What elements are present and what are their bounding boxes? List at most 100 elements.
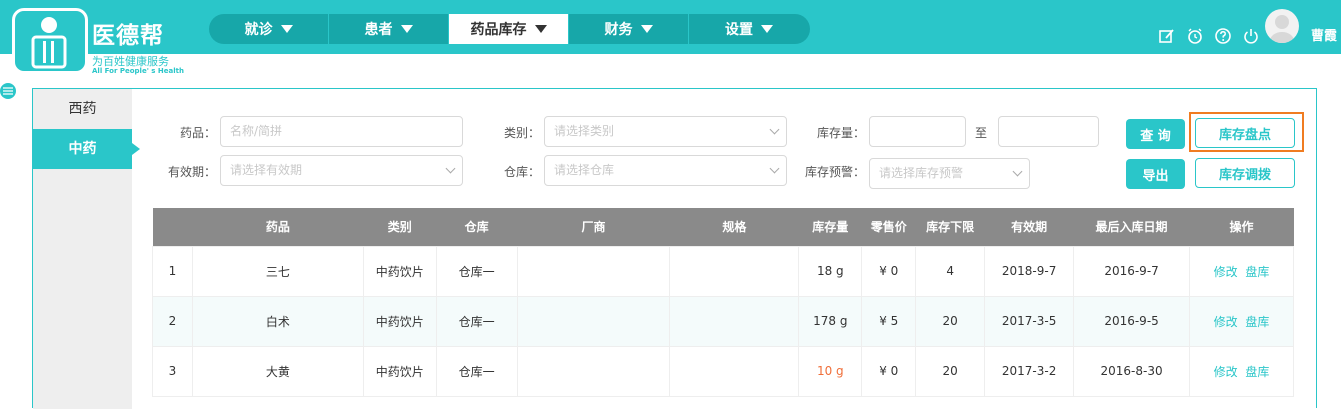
brand-title: 医德帮 (92, 23, 164, 49)
table-row: 3 大黄 中药饮片 仓库一 10 g ¥ 0 20 2017-3-2 2016-… (152, 345, 1294, 397)
category-select[interactable]: 请选择类别 (544, 116, 787, 147)
edit-link[interactable]: 修改 (1214, 365, 1238, 379)
column-header-index (152, 208, 193, 246)
nav-item-drug-inventory[interactable]: 药品库存 (449, 14, 569, 44)
stock-check-link[interactable]: 盘库 (1245, 265, 1269, 279)
stock-transfer-button[interactable]: 库存调拨 (1195, 158, 1295, 188)
warehouse-label: 仓库： (503, 165, 540, 179)
caret-down-icon (280, 25, 293, 33)
category-sidebar: 西药 中药 (33, 89, 140, 409)
cell-spec (669, 295, 800, 347)
cell-category: 中药饮片 (362, 245, 437, 297)
table-header-row: 药品 类别 仓库 厂商 规格 库存量 零售价 库存下限 有效期 最后入库日期 操… (152, 208, 1294, 246)
sidebar-item-chinese-medicine[interactable]: 中药 (33, 129, 140, 169)
cell-warehouse: 仓库一 (435, 345, 518, 397)
inventory-check-highlight (1189, 112, 1304, 152)
expiry-select[interactable]: 请选择有效期 (220, 155, 463, 186)
cell-actions: 修改 盘库 (1189, 295, 1294, 347)
inventory-table: 药品 类别 仓库 厂商 规格 库存量 零售价 库存下限 有效期 最后入库日期 操… (152, 208, 1294, 397)
stock-max-input[interactable] (998, 116, 1099, 147)
nav-label: 药品库存 (470, 22, 527, 38)
caret-down-icon (761, 25, 773, 33)
cell-price: ¥ 0 (861, 345, 917, 397)
nav-item-finance[interactable]: 财务 (569, 14, 689, 44)
warehouse-placeholder: 请选择仓库 (554, 163, 615, 177)
avatar[interactable] (1265, 9, 1299, 43)
cell-stock: 18 g (798, 245, 863, 297)
stock-min-input[interactable] (869, 116, 966, 147)
help-icon[interactable] (1214, 27, 1232, 45)
logo[interactable]: 医德帮 为百姓健康服务 All For People' s Health (12, 8, 184, 78)
cell-maker (516, 345, 671, 397)
stock-label: 库存量： (816, 126, 865, 140)
username[interactable]: 曹霞 (1311, 25, 1337, 44)
cell-index: 1 (152, 245, 193, 297)
nav-label: 财务 (604, 22, 633, 38)
export-button[interactable]: 导出 (1126, 159, 1185, 189)
stock-alert-select[interactable]: 请选择库存预警 (869, 158, 1030, 189)
toolbar-icons (1158, 27, 1260, 45)
table-row: 1 三七 中药饮片 仓库一 18 g ¥ 0 4 2018-9-7 2016-9… (152, 245, 1294, 297)
drug-label: 药品： (179, 126, 216, 140)
nav-label: 患者 (364, 22, 393, 38)
cell-maker (516, 245, 671, 297)
column-header-actions: 操作 (1189, 208, 1294, 246)
nav-label: 就诊 (244, 22, 273, 38)
edit-link[interactable]: 修改 (1214, 265, 1238, 279)
category-placeholder: 请选择类别 (554, 124, 615, 138)
nav-item-settings[interactable]: 设置 (689, 14, 809, 44)
column-header-expiry[interactable]: 有效期 (984, 208, 1074, 246)
column-header-stock[interactable]: 库存量 (798, 208, 862, 246)
cell-min-stock: 4 (915, 245, 986, 297)
alarm-clock-icon[interactable] (1186, 27, 1204, 45)
warehouse-select[interactable]: 请选择仓库 (544, 155, 787, 186)
cell-stock-low: 10 g (798, 345, 863, 397)
expiry-label: 有效期： (167, 165, 216, 179)
cell-min-stock: 20 (915, 295, 986, 347)
nav-label: 设置 (725, 22, 753, 38)
column-header-maker[interactable]: 厂商 (517, 208, 670, 246)
drug-search-input[interactable]: 名称/简拼 (220, 116, 463, 147)
column-header-spec[interactable]: 规格 (669, 208, 799, 246)
chevron-down-icon (769, 163, 780, 174)
power-icon[interactable] (1242, 27, 1260, 45)
brand-slogan: All For People' s Health (92, 67, 184, 75)
nav-item-visit[interactable]: 就诊 (209, 14, 329, 44)
alert-label: 库存预警： (804, 165, 865, 179)
alert-placeholder: 请选择库存预警 (879, 166, 964, 180)
column-header-drug[interactable]: 药品 (192, 208, 364, 246)
table-row: 2 白术 中药饮片 仓库一 178 g ¥ 5 20 2017-3-5 2016… (152, 295, 1294, 347)
cell-expiry: 2017-3-2 (984, 345, 1075, 397)
cell-warehouse: 仓库一 (435, 295, 518, 347)
column-header-warehouse[interactable]: 仓库 (436, 208, 518, 246)
sidebar-item-western-medicine[interactable]: 西药 (33, 89, 132, 129)
cell-warehouse: 仓库一 (435, 245, 518, 297)
cell-stock: 178 g (798, 295, 863, 347)
chevron-down-icon (769, 124, 780, 135)
caret-down-icon (400, 25, 413, 33)
column-header-category[interactable]: 类别 (363, 208, 437, 246)
column-header-min-stock[interactable]: 库存下限 (915, 208, 985, 246)
query-button[interactable]: 查 询 (1126, 119, 1185, 149)
cell-last-in-date: 2016-9-5 (1073, 295, 1190, 347)
sidebar-toggle-menu-icon[interactable] (0, 83, 16, 99)
chevron-down-icon (1012, 166, 1023, 177)
stock-check-link[interactable]: 盘库 (1245, 315, 1269, 329)
column-header-last-in-date[interactable]: 最后入库日期 (1073, 208, 1190, 246)
cell-spec (669, 245, 800, 297)
nav-item-patients[interactable]: 患者 (329, 14, 449, 44)
edit-link[interactable]: 修改 (1214, 315, 1238, 329)
cell-last-in-date: 2016-8-30 (1073, 345, 1190, 397)
cell-index: 2 (152, 295, 193, 347)
logo-mark (12, 8, 88, 74)
category-label: 类别： (503, 126, 540, 140)
stock-check-link[interactable]: 盘库 (1245, 365, 1269, 379)
chevron-down-icon (445, 163, 456, 174)
edit-icon[interactable] (1158, 27, 1176, 45)
caret-down-icon (534, 25, 547, 33)
cell-actions: 修改 盘库 (1189, 245, 1294, 297)
cell-actions: 修改 盘库 (1189, 345, 1294, 397)
main-nav: 就诊 患者 药品库存 财务 设置 (209, 14, 810, 44)
cell-category: 中药饮片 (362, 295, 437, 347)
column-header-price[interactable]: 零售价 (861, 208, 916, 246)
